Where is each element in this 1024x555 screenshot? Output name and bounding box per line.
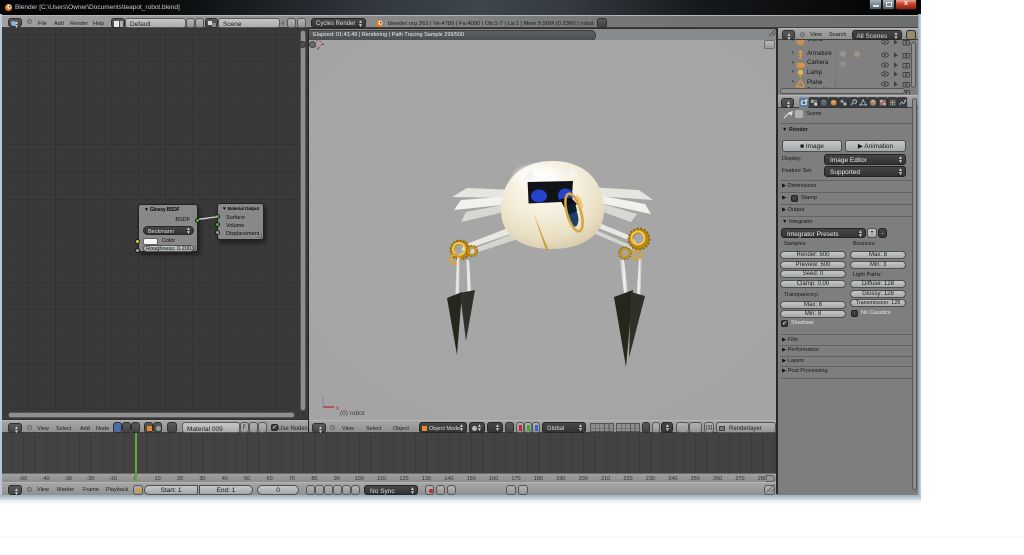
svg-text:(0) robot: (0) robot xyxy=(340,410,365,417)
svg-text:x: x xyxy=(336,406,339,412)
